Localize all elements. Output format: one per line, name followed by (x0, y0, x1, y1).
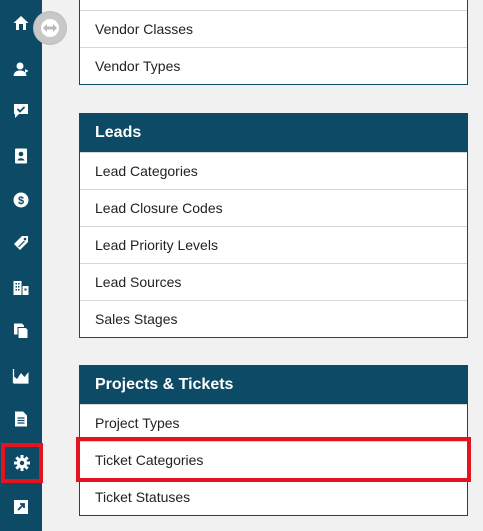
project-types-link[interactable]: Project Types (80, 404, 467, 441)
nav-address-book[interactable] (0, 135, 42, 177)
gear-icon (13, 454, 31, 472)
leads-panel-title: Leads (80, 114, 467, 152)
lead-closure-codes-link[interactable]: Lead Closure Codes (80, 189, 467, 226)
vendors-panel: Vendor Classes Vendor Types (79, 0, 468, 85)
contacts-icon (12, 60, 30, 78)
chart-icon (12, 367, 30, 385)
nav-companies[interactable] (0, 267, 42, 309)
home-icon (12, 14, 30, 32)
dollar-icon: $ (12, 191, 30, 209)
address-book-icon (12, 147, 30, 165)
file-icon (12, 410, 30, 428)
nav-external-link[interactable] (0, 486, 42, 528)
lead-sources-link[interactable]: Lead Sources (80, 263, 467, 300)
external-link-icon (12, 498, 30, 516)
tasks-icon (12, 102, 30, 120)
nav-reports[interactable] (0, 355, 42, 397)
sidebar-collapse-button[interactable] (34, 12, 66, 44)
projects-tickets-panel: Projects & Tickets Project Types Ticket … (76, 365, 471, 516)
nav-billing[interactable]: $ (0, 179, 42, 221)
ticket-statuses-link[interactable]: Ticket Statuses (80, 478, 467, 515)
nav-tasks[interactable] (0, 90, 42, 132)
documents-icon (12, 322, 30, 340)
nav-tags[interactable] (0, 222, 42, 264)
vendor-types-link[interactable]: Vendor Types (80, 47, 467, 84)
sales-stages-link[interactable]: Sales Stages (80, 300, 467, 337)
tag-icon (12, 234, 30, 252)
nav-files[interactable] (0, 398, 42, 440)
collapse-arrows-icon (39, 17, 61, 39)
lead-categories-link[interactable]: Lead Categories (80, 152, 467, 189)
lead-priority-levels-link[interactable]: Lead Priority Levels (80, 226, 467, 263)
ticket-categories-link[interactable]: Ticket Categories (76, 437, 471, 482)
buildings-icon (12, 279, 30, 297)
nav-contacts[interactable] (0, 48, 42, 90)
svg-text:$: $ (18, 195, 24, 207)
projects-tickets-panel-title: Projects & Tickets (80, 366, 467, 404)
nav-settings[interactable] (1, 443, 43, 483)
leads-panel: Leads Lead Categories Lead Closure Codes… (79, 113, 468, 338)
nav-documents[interactable] (0, 310, 42, 352)
vendor-classes-link[interactable]: Vendor Classes (80, 10, 467, 47)
sidebar: $ (0, 0, 43, 531)
